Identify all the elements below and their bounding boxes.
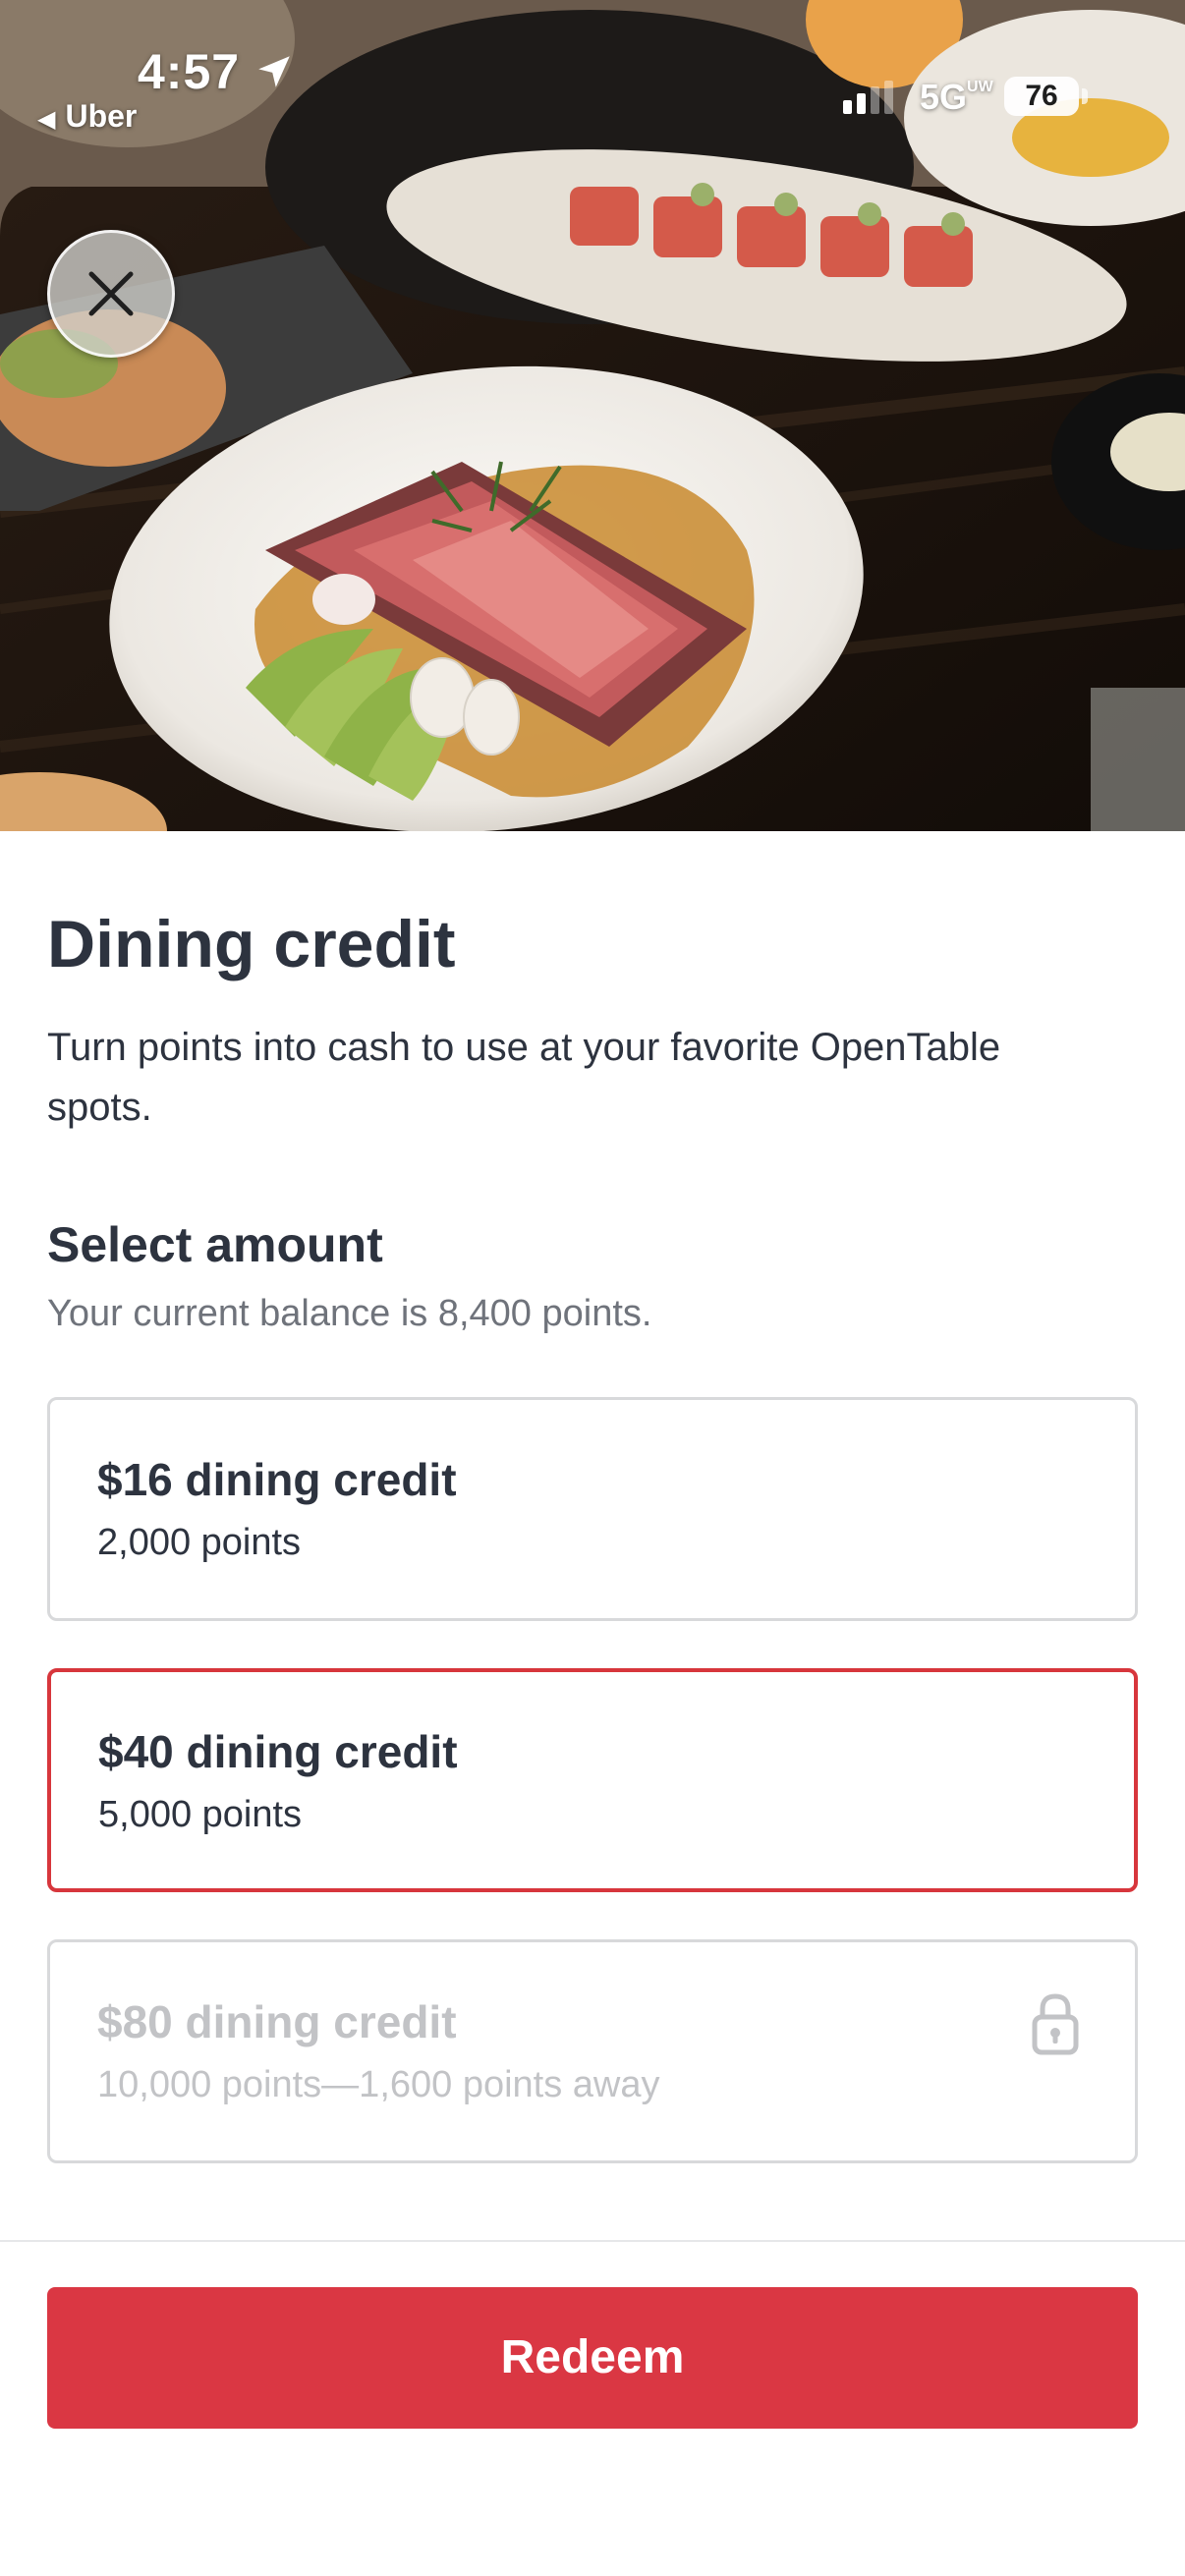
close-icon xyxy=(88,271,134,316)
option-title: $16 dining credit xyxy=(97,1454,457,1505)
redeem-button[interactable]: Redeem xyxy=(47,2287,1138,2429)
option-points: 10,000 points—1,600 points away xyxy=(97,2064,660,2105)
lock-icon xyxy=(1032,1993,1079,2055)
status-time: 4:57 xyxy=(138,44,241,99)
option-title: $40 dining credit xyxy=(98,1726,458,1777)
page-title: Dining credit xyxy=(47,907,456,981)
battery-tip xyxy=(1082,88,1088,104)
network-badge: UW xyxy=(967,79,993,95)
network-indicator: 5GUW xyxy=(920,77,993,118)
credit-option-80: $80 dining credit 10,000 points—1,600 po… xyxy=(47,1939,1138,2163)
signal-icon xyxy=(843,81,893,114)
back-to-app-link[interactable]: ◀ Uber xyxy=(37,98,137,135)
credit-option-40[interactable]: $40 dining credit 5,000 points xyxy=(47,1668,1138,1892)
status-bar: 4:57 ◀ Uber 5GUW 76 xyxy=(0,0,1185,147)
option-title: $80 dining credit xyxy=(97,1996,457,2047)
back-app-label: Uber xyxy=(65,98,138,134)
location-arrow-icon xyxy=(258,56,290,87)
current-balance-text: Your current balance is 8,400 points. xyxy=(47,1293,652,1334)
network-label: 5G xyxy=(920,77,968,117)
footer-divider xyxy=(0,2240,1185,2242)
back-triangle-icon: ◀ xyxy=(37,106,56,133)
option-points: 2,000 points xyxy=(97,1522,302,1563)
page-subtitle: Turn points into cash to use at your fav… xyxy=(47,1026,1001,1129)
select-amount-heading: Select amount xyxy=(47,1217,383,1272)
credit-option-16[interactable]: $16 dining credit 2,000 points xyxy=(47,1397,1138,1621)
close-button[interactable] xyxy=(47,230,175,358)
battery-indicator: 76 xyxy=(1004,77,1079,116)
option-points: 5,000 points xyxy=(98,1794,303,1835)
